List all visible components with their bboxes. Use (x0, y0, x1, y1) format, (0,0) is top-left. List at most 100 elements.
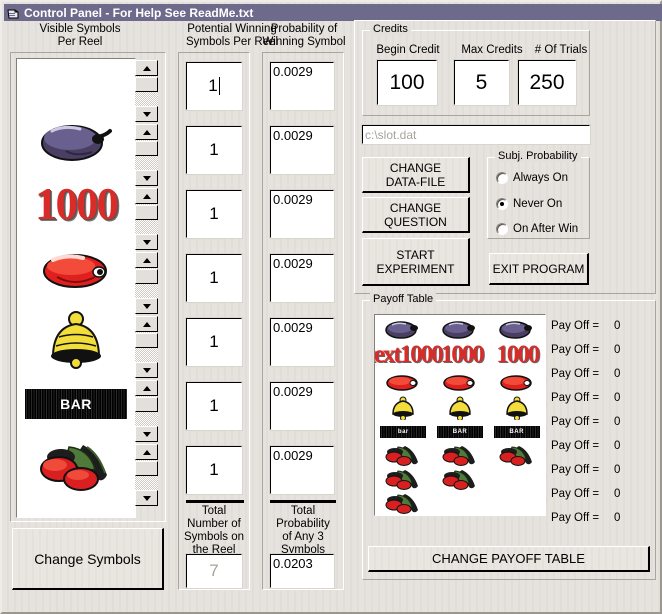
change-data-file-button[interactable]: CHANGE DATA-FILE (362, 157, 470, 193)
reel-scrollbar-6[interactable] (135, 380, 158, 442)
payoff-symbol-plum (375, 317, 432, 341)
max-credits-input[interactable]: 5 (453, 59, 510, 106)
radio-dot-never-on[interactable] (496, 198, 508, 210)
change-payoff-table-button[interactable]: CHANGE PAYOFF TABLE (368, 546, 650, 572)
control-panel-window: Control Panel - For Help See ReadMe.txt … (0, 0, 662, 614)
potential-winning-input-4[interactable]: 1 (185, 253, 243, 303)
probability-value-1: 0.0029 (269, 61, 335, 111)
reel-symbol-cherry-red[interactable] (17, 247, 135, 298)
reel-scrollbar-4[interactable] (135, 252, 158, 314)
radio-always-on[interactable]: Always On (496, 172, 568, 184)
radio-never-on[interactable]: Never On (496, 198, 562, 210)
scroll-down-button-2[interactable] (135, 170, 158, 186)
reel-symbol-bell[interactable] (17, 311, 135, 374)
scroll-thumb-7[interactable] (135, 461, 158, 476)
scroll-up-button-2[interactable] (135, 124, 158, 140)
potential-winning-input-7[interactable]: 1 (185, 445, 243, 495)
reel-symbol-1000[interactable]: 1000 (17, 181, 135, 227)
credits-group-label: Credits (370, 23, 411, 35)
payoff-row-7 (375, 467, 545, 491)
potential-winning-input-5[interactable]: 1 (185, 317, 243, 367)
payoff-value-6: 0 (614, 440, 621, 452)
radio-label-on-after-win: On After Win (513, 223, 579, 235)
scroll-thumb-1[interactable] (135, 77, 158, 92)
probability-divider (270, 500, 336, 503)
reel-scrollbar-2[interactable] (135, 124, 158, 186)
payoff-symbol-cherries (432, 467, 489, 491)
arrow-down-icon (142, 111, 151, 117)
arrow-down-icon (142, 367, 151, 373)
scroll-thumb-5[interactable] (135, 333, 158, 348)
scroll-thumb-4[interactable] (135, 269, 158, 284)
radio-on-after-win[interactable]: On After Win (496, 223, 578, 235)
payoff-value-3: 0 (614, 368, 621, 380)
scroll-down-button-4[interactable] (135, 298, 158, 314)
data-file-path-input[interactable]: c:\slot.dat (361, 124, 591, 145)
window-document-icon (7, 7, 20, 19)
potential-winning-input-1[interactable]: 1 (185, 61, 243, 111)
bar-symbol-text: BAR (25, 389, 127, 419)
reel-scrollbar-5[interactable] (135, 316, 158, 378)
scroll-down-button-5[interactable] (135, 362, 158, 378)
scroll-up-button-7[interactable] (135, 444, 158, 460)
reel-symbol-plum[interactable] (17, 117, 135, 170)
payoff-value-7: 0 (614, 464, 621, 476)
start-experiment-button[interactable]: START EXPERIMENT (362, 238, 470, 286)
begin-credit-label: Begin Credit (376, 44, 440, 56)
payoff-symbol-cherries (432, 443, 489, 467)
begin-credit-input[interactable]: 100 (376, 59, 438, 106)
change-symbols-button[interactable]: Change Symbols (12, 528, 164, 590)
payoff-symbol-1000: 1000 (496, 341, 540, 368)
arrow-up-icon (142, 449, 151, 455)
payoff-label-6: Pay Off = (551, 440, 600, 452)
scroll-up-button-4[interactable] (135, 252, 158, 268)
arrow-up-icon (142, 257, 151, 263)
reel-symbol-cherries[interactable] (17, 439, 135, 502)
payoff-row-6 (375, 443, 545, 467)
probability-value-4: 0.0029 (269, 253, 335, 303)
probability-value-6: 0.0029 (269, 381, 335, 431)
payoff-symbol-cherries (488, 443, 545, 467)
radio-label-never-on: Never On (513, 198, 563, 210)
change-question-button[interactable]: CHANGE QUESTION (362, 197, 470, 233)
payoff-label-2: Pay Off = (551, 344, 600, 356)
scroll-thumb-6[interactable] (135, 397, 158, 412)
scroll-up-button-3[interactable] (135, 188, 158, 204)
scroll-up-button-5[interactable] (135, 316, 158, 332)
scroll-thumb-2[interactable] (135, 141, 158, 156)
scroll-up-button-6[interactable] (135, 380, 158, 396)
radio-dot-on-after-win[interactable] (496, 223, 508, 235)
probability-value-3: 0.0029 (269, 189, 335, 239)
payoff-value-4: 0 (614, 392, 621, 404)
reel-scrollbar-7[interactable] (135, 444, 158, 506)
scroll-down-button-1[interactable] (135, 106, 158, 122)
payoff-symbol-empty (432, 491, 489, 515)
payoff-symbol-empty (488, 467, 545, 491)
potential-winning-input-2[interactable]: 1 (185, 125, 243, 175)
payoff-symbol-bar: BAR (432, 425, 489, 439)
scroll-up-button-1[interactable] (135, 60, 158, 76)
reel-scrollbar-3[interactable] (135, 188, 158, 250)
arrow-up-icon (142, 321, 151, 327)
reel-symbol-bar[interactable]: BAR (17, 389, 135, 419)
payoff-label-4: Pay Off = (551, 392, 600, 404)
trials-input[interactable]: 250 (517, 59, 577, 106)
payoff-label-3: Pay Off = (551, 368, 600, 380)
reel-scrollbar-1[interactable] (135, 60, 158, 122)
exit-program-button[interactable]: EXIT PROGRAM (489, 253, 589, 285)
radio-dot-always-on[interactable] (496, 172, 508, 184)
window-title: Control Panel - For Help See ReadMe.txt (24, 5, 254, 20)
scroll-down-button-6[interactable] (135, 426, 158, 442)
payoff-symbol-bell (488, 395, 545, 421)
scroll-down-button-3[interactable] (135, 234, 158, 250)
payoff-row-5: bar BAR BAR (375, 425, 545, 439)
payoff-symbol-bell (375, 395, 432, 421)
scroll-down-button-7[interactable] (135, 490, 158, 506)
potential-winning-input-6[interactable]: 1 (185, 381, 243, 431)
scroll-thumb-3[interactable] (135, 205, 158, 220)
probability-value-5: 0.0029 (269, 317, 335, 367)
potential-winning-input-3[interactable]: 1 (185, 189, 243, 239)
payoff-row-1 (375, 317, 545, 341)
payoff-symbol-plum (488, 317, 545, 341)
reel-symbols-list[interactable]: 1000 BAR (16, 58, 136, 518)
